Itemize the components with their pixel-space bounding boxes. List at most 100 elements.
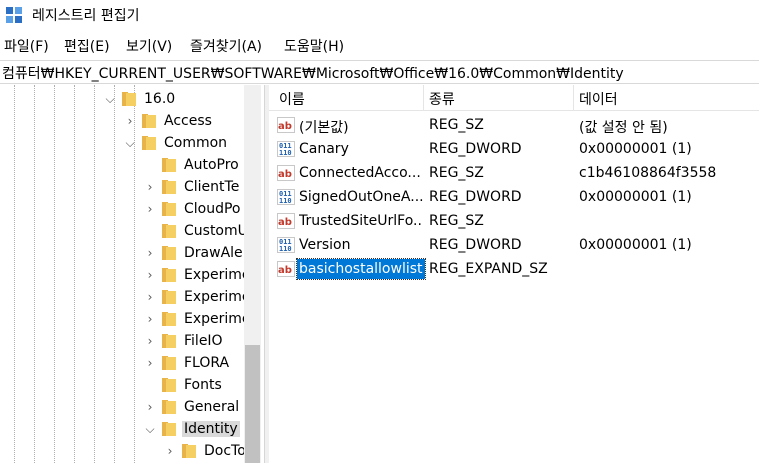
tree-node[interactable]: ⌵ 16.0: [0, 88, 250, 110]
binary-value-icon: 011110: [277, 141, 295, 157]
value-data: (값 설정 안 됨): [579, 120, 668, 136]
chevron-right-icon[interactable]: ›: [144, 179, 156, 195]
chevron-right-icon[interactable]: ›: [144, 267, 156, 283]
svg-text:ab: ab: [278, 265, 292, 276]
folder-icon: [162, 422, 176, 436]
chevron-right-icon[interactable]: ›: [144, 201, 156, 217]
value-name: TrustedSiteUrlFo...: [299, 213, 423, 229]
value-name: (기본값): [299, 120, 349, 136]
folder-icon: [162, 224, 176, 238]
tree-node[interactable]: › General: [0, 396, 250, 418]
folder-icon: [162, 378, 176, 392]
menu-bar: 파일(F) 편집(E) 보기(V) 즐겨찾기(A) 도움말(H): [0, 34, 759, 56]
value-name: Canary: [299, 141, 349, 157]
tree-node[interactable]: › FileIO: [0, 330, 250, 352]
menu-favorites[interactable]: 즐겨찾기(A): [190, 36, 262, 56]
folder-icon: [122, 92, 136, 106]
column-header-name[interactable]: 이름: [279, 89, 305, 109]
tree-node[interactable]: › Experime: [0, 264, 251, 286]
chevron-right-icon[interactable]: ›: [124, 113, 136, 129]
menu-file[interactable]: 파일(F): [4, 36, 49, 56]
list-header: 이름 종류 데이터: [269, 85, 759, 111]
value-type: REG_SZ: [429, 117, 484, 133]
tree-node[interactable]: CustomU: [0, 220, 250, 242]
tree-node[interactable]: › Experime: [0, 286, 251, 308]
title-bar: 레지스트리 편집기: [0, 0, 759, 30]
value-name: basichostallowlist: [296, 258, 426, 280]
column-divider[interactable]: [423, 85, 424, 111]
string-value-icon: ab: [277, 261, 295, 277]
value-row[interactable]: 011 110 SignedOutOneA... REG_DWORD 0x0000000…: [269, 185, 759, 209]
value-row[interactable]: ab ConnectedAcco... REG_SZ c1b46108864f3558: [269, 161, 759, 185]
value-name: SignedOutOneA...: [299, 189, 423, 205]
value-name: ConnectedAcco...: [299, 165, 421, 181]
menu-view[interactable]: 보기(V): [126, 36, 172, 56]
registry-tree[interactable]: ⌵ 16.0 › Access ⌵ Common AutoPro › ClientTe › Clou…: [0, 85, 264, 463]
folder-icon: [162, 202, 176, 216]
tree-node[interactable]: ⌵ Identity: [0, 418, 250, 440]
value-data: 0x00000001 (1): [579, 189, 692, 205]
value-row[interactable]: 011 110 Canary REG_DWORD 0x00000001 (1): [269, 137, 759, 161]
tree-node-label: Common: [164, 135, 228, 151]
chevron-down-icon[interactable]: ⌵: [144, 421, 156, 437]
tree-scrollbar-thumb[interactable]: [245, 345, 260, 463]
chevron-right-icon[interactable]: ›: [144, 355, 156, 371]
tree-node-label: General: [184, 399, 240, 415]
tree-node-label: AutoPro: [184, 157, 239, 173]
svg-text:ab: ab: [278, 217, 292, 228]
value-type: REG_DWORD: [429, 237, 522, 253]
tree-node[interactable]: › DocTo: [0, 440, 250, 462]
svg-text:110: 110: [279, 245, 292, 253]
tree-vertical-scrollbar[interactable]: [244, 85, 261, 463]
tree-node[interactable]: › ClientTe: [0, 176, 250, 198]
folder-icon: [162, 334, 176, 348]
tree-node-label: 16.0: [144, 91, 176, 107]
values-list[interactable]: 이름 종류 데이터 ab (기본값) REG_SZ (값 설정 안 됨) 011 110 C…: [269, 85, 759, 463]
column-header-data[interactable]: 데이터: [579, 89, 618, 109]
value-name: Version: [299, 237, 351, 253]
chevron-down-icon[interactable]: ⌵: [124, 135, 136, 151]
tree-node[interactable]: › Experime: [0, 308, 251, 330]
tree-node[interactable]: › DrawAle: [0, 242, 250, 264]
binary-value-icon: 011110: [277, 237, 295, 253]
address-bar[interactable]: 컴퓨터₩HKEY_CURRENT_USER₩SOFTWARE₩Microsoft…: [0, 60, 759, 84]
regedit-app-icon: [6, 7, 22, 23]
tree-node[interactable]: ⌵ Common: [0, 132, 250, 154]
column-divider[interactable]: [573, 85, 574, 111]
tree-node-label: DrawAle: [184, 245, 243, 261]
string-value-icon: ab: [277, 213, 295, 229]
tree-node-label: Access: [164, 113, 212, 129]
value-row[interactable]: 011 110 Version REG_DWORD 0x00000001 (1): [269, 233, 759, 257]
tree-node[interactable]: Fonts: [0, 374, 250, 396]
address-path[interactable]: 컴퓨터₩HKEY_CURRENT_USER₩SOFTWARE₩Microsoft…: [2, 63, 624, 83]
tree-node[interactable]: › Access: [0, 110, 250, 132]
tree-node-label: FileIO: [184, 333, 223, 349]
tree-node-label: Experime: [184, 289, 251, 305]
value-row[interactable]: ab basichostallowlist REG_EXPAND_SZ: [269, 257, 759, 281]
value-data: 0x00000001 (1): [579, 141, 692, 157]
chevron-right-icon[interactable]: ›: [144, 289, 156, 305]
tree-node[interactable]: › FLORA: [0, 352, 250, 374]
value-row[interactable]: ab (기본값) REG_SZ (값 설정 안 됨): [269, 113, 759, 137]
chevron-right-icon[interactable]: ›: [144, 399, 156, 415]
column-header-type[interactable]: 종류: [429, 89, 455, 109]
tree-node[interactable]: › CloudPo: [0, 198, 250, 220]
folder-icon: [142, 136, 156, 150]
value-type: REG_DWORD: [429, 189, 522, 205]
window-title: 레지스트리 편집기: [32, 8, 140, 24]
menu-help[interactable]: 도움말(H): [284, 36, 344, 56]
chevron-down-icon[interactable]: ⌵: [104, 91, 116, 107]
chevron-right-icon[interactable]: ›: [144, 245, 156, 261]
chevron-right-icon[interactable]: ›: [164, 443, 176, 459]
folder-icon: [162, 400, 176, 414]
chevron-right-icon[interactable]: ›: [144, 311, 156, 327]
tree-node[interactable]: AutoPro: [0, 154, 250, 176]
svg-text:110: 110: [279, 149, 292, 157]
tree-node-label: FLORA: [184, 355, 230, 371]
tree-node-label: CustomU: [184, 223, 248, 239]
value-row[interactable]: ab TrustedSiteUrlFo... REG_SZ: [269, 209, 759, 233]
folder-icon: [162, 312, 176, 326]
value-type: REG_SZ: [429, 165, 484, 181]
chevron-right-icon[interactable]: ›: [144, 333, 156, 349]
menu-edit[interactable]: 편집(E): [64, 36, 110, 56]
